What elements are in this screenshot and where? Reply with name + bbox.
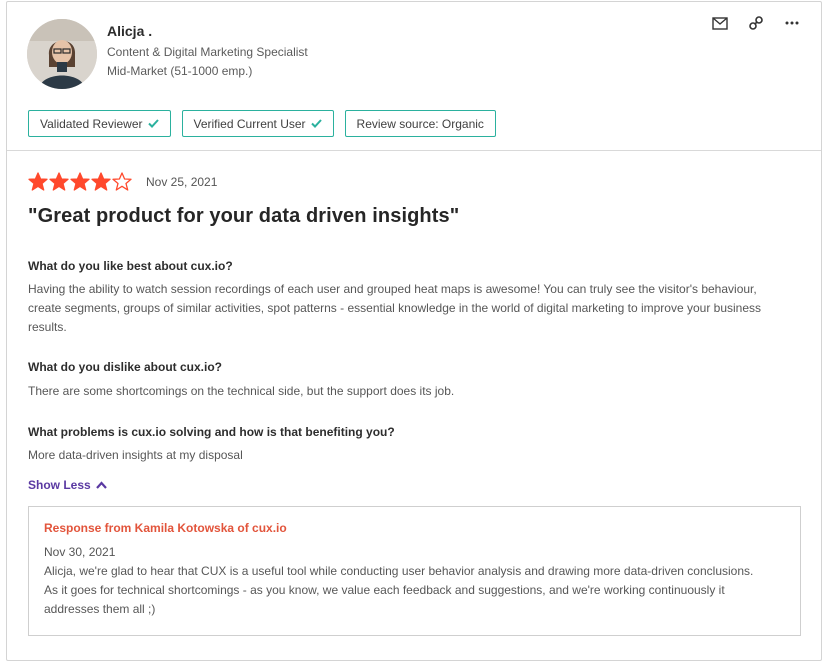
check-icon xyxy=(147,119,159,128)
response-date: Nov 30, 2021 xyxy=(44,545,116,559)
star-empty-icon xyxy=(112,172,132,191)
link-icon[interactable] xyxy=(745,13,767,33)
avatar[interactable] xyxy=(27,19,97,89)
vendor-response: Response from Kamila Kotowska of cux.io … xyxy=(28,506,801,636)
badge-validated-reviewer: Validated Reviewer xyxy=(28,110,171,137)
rating-row: Nov 25, 2021 xyxy=(28,172,217,191)
answer-like-best: Having the ability to watch session reco… xyxy=(28,282,762,334)
star-filled-icon xyxy=(49,172,69,191)
more-icon[interactable] xyxy=(781,13,803,33)
star-filled-icon xyxy=(28,172,48,191)
badge-label: Verified Current User xyxy=(193,116,306,131)
star-rating xyxy=(28,172,132,191)
reviewer-name[interactable]: Alicja . xyxy=(107,23,152,39)
review-date: Nov 25, 2021 xyxy=(146,174,218,189)
question-dislike: What do you dislike about cux.io? xyxy=(28,360,223,374)
reviewer-title: Content & Digital Marketing Specialist xyxy=(107,45,308,59)
chevron-up-icon xyxy=(95,481,107,489)
avatar-photo xyxy=(27,19,97,89)
show-less-link[interactable]: Show Less xyxy=(28,478,107,492)
check-icon xyxy=(310,119,322,128)
badge-review-source: Review source: Organic xyxy=(344,110,496,137)
answer-dislike: There are some shortcomings on the techn… xyxy=(28,384,455,398)
question-problems: What problems is cux.io solving and how … xyxy=(28,425,395,439)
show-less-label: Show Less xyxy=(28,478,91,492)
star-filled-icon xyxy=(91,172,111,191)
reviewer-header: Alicja . Content & Digital Marketing Spe… xyxy=(7,2,821,151)
review-actions xyxy=(709,13,803,33)
question-like-best: What do you like best about cux.io? xyxy=(28,259,233,273)
reviewer-segment: Mid-Market (51-1000 emp.) xyxy=(107,64,253,78)
response-text: Alicja, we're glad to hear that CUX is a… xyxy=(44,564,754,616)
badge-label: Validated Reviewer xyxy=(40,116,143,131)
mail-icon[interactable] xyxy=(709,13,731,33)
response-header: Response from Kamila Kotowska of cux.io xyxy=(44,521,287,535)
review-title: "Great product for your data driven insi… xyxy=(28,205,460,227)
answer-problems: More data-driven insights at my disposal xyxy=(28,448,243,462)
star-filled-icon xyxy=(70,172,90,191)
badge-label: Review source: Organic xyxy=(356,116,484,131)
reviewer-badges: Validated Reviewer Verified Current User… xyxy=(28,110,496,137)
badge-verified-current-user: Verified Current User xyxy=(181,110,334,137)
review-card: Alicja . Content & Digital Marketing Spe… xyxy=(6,1,822,661)
